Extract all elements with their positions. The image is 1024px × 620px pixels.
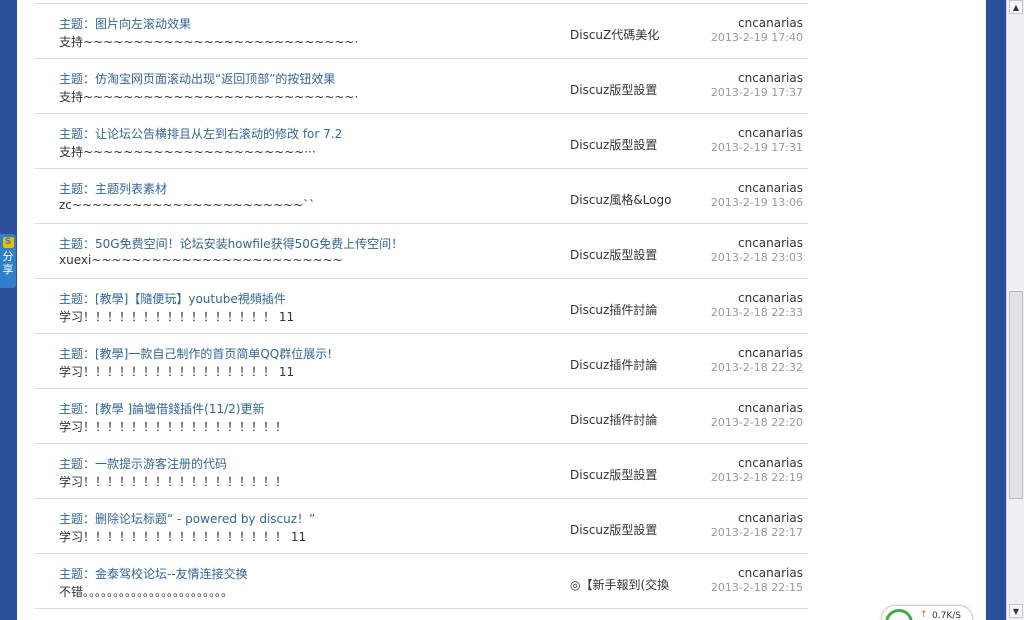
main-content: 主题：图片向左滚动效果支持~~~~~~~~~~~~~~~~~~~~~~~~~~~… — [17, 0, 986, 620]
thread-forum-link[interactable]: ◎【新手報到(交換 — [570, 576, 680, 593]
network-speed-widget[interactable]: ↑ 0.7K/S — [881, 605, 973, 620]
thread-author-link[interactable]: cncanarias — [738, 181, 803, 195]
thread-subject-link[interactable]: 主题：仿淘宝网页面滚动出现“返回顶部”的按钮效果 — [59, 70, 335, 87]
thread-reply-excerpt: 支持~~~~~~~~~~~~~~~~~~~~~~~~~~~· — [59, 90, 359, 104]
thread-row: 主题：让论坛公告横排且从左到右滚动的修改 for 7.2 支持~~~~~~~~~~… — [35, 114, 808, 169]
speed-text: 0.7K/S — [932, 611, 961, 620]
thread-time: 2013-2-18 22:15 — [710, 581, 803, 594]
thread-author-link[interactable]: cncanarias — [738, 16, 803, 30]
thread-reply-excerpt: 学习！！！！！！！！！！！！！！！！ 11 — [59, 365, 295, 379]
thread-forum-link[interactable]: DiscuZ代碼美化 — [570, 26, 680, 43]
browser-page: 主题：图片向左滚动效果支持~~~~~~~~~~~~~~~~~~~~~~~~~~~… — [0, 0, 1024, 620]
thread-author-link[interactable]: cncanarias — [738, 401, 803, 415]
thread-subject-link[interactable]: 主题：[教學 ]論壇借錢插件(11/2)更新 — [59, 400, 265, 417]
thread-forum-link[interactable]: Discuz插件討論 — [570, 411, 680, 428]
thread-subject-link[interactable]: 主题：[教學]一款自己制作的首页简单QQ群位展示! — [59, 345, 332, 362]
thread-row: 主题：图片向左滚动效果支持~~~~~~~~~~~~~~~~~~~~~~~~~~~… — [35, 4, 808, 59]
thread-reply-excerpt: 学习！！！！！！！！！！！！！！！！！ — [59, 420, 288, 434]
thread-author-link[interactable]: cncanarias — [738, 566, 803, 580]
thread-forum-link[interactable]: Discuz版型設置 — [570, 136, 680, 153]
share-tab[interactable]: S 分 享 — [0, 234, 16, 288]
thread-author-link[interactable]: cncanarias — [738, 291, 803, 305]
thread-row: 主题：主题列表素材 zc~~~~~~~~~~~~~~~~~~~~~~~`` Disc… — [35, 169, 808, 224]
thread-row: 主题：[教學]一款自己制作的首页简单QQ群位展示! 学习！！！！！！！！！！！！！… — [35, 334, 808, 389]
thread-time: 2013-2-19 17:31 — [710, 141, 803, 154]
thread-author-link[interactable]: cncanarias — [738, 456, 803, 470]
thread-time: 2013-2-19 17:37 — [710, 86, 803, 99]
share-char-1: 分 — [2, 250, 14, 263]
thread-row: 主题：50G免费空间！论坛安装howfile获得50G免费上传空间！ xuexi~… — [35, 224, 808, 279]
thread-row: 主题：[教學 ]論壇借錢插件(11/2)更新学习！！！！！！！！！！！！！！！！… — [35, 389, 808, 444]
thread-forum-link[interactable]: Discuz版型設置 — [570, 466, 680, 483]
left-background-band — [0, 0, 17, 620]
thread-reply-excerpt: 学习！！！！！！！！！！！！！！！！！ — [59, 475, 288, 489]
thread-time: 2013-2-19 17:40 — [710, 31, 803, 44]
thread-forum-link[interactable]: Discuz版型設置 — [570, 521, 680, 538]
thread-forum-link[interactable]: Discuz風格&Logo — [570, 191, 680, 208]
thread-subject-link[interactable]: 主题：[教學]【隨便玩】youtube視頻插件 — [59, 290, 286, 307]
scroll-down-arrow-icon[interactable]: ▼ — [1009, 604, 1023, 618]
thread-row: 主题：金泰驾校论坛--友情连接交换 不错。。。。。。。。。。。。。。。。。。。。。… — [35, 554, 808, 609]
vertical-scrollbar[interactable]: ▲ ▼ — [1006, 0, 1024, 620]
thread-time: 2013-2-19 13:06 — [710, 196, 803, 209]
thread-author-link[interactable]: cncanarias — [738, 511, 803, 525]
thread-author-link[interactable]: cncanarias — [738, 71, 803, 85]
thread-time: 2013-2-18 22:17 — [710, 526, 803, 539]
upload-arrow-icon: ↑ — [920, 610, 928, 620]
thread-reply-excerpt: 支持~~~~~~~~~~~~~~~~~~~~~~··· — [59, 145, 316, 159]
thread-subject-link[interactable]: 主题：主题列表素材 — [59, 180, 167, 197]
thread-reply-excerpt: zc~~~~~~~~~~~~~~~~~~~~~~~`` — [59, 198, 316, 212]
thread-time: 2013-2-18 22:20 — [710, 416, 803, 429]
speed-ring-icon — [885, 609, 913, 620]
thread-subject-link[interactable]: 主题：一款提示游客注册的代码 — [59, 455, 227, 472]
thread-author-link[interactable]: cncanarias — [738, 126, 803, 140]
thread-forum-link[interactable]: Discuz版型設置 — [570, 81, 680, 98]
thread-forum-link[interactable]: Discuz插件討論 — [570, 356, 680, 373]
thread-subject-link[interactable]: 主题：删除论坛标题“ - powered by discuz！” — [59, 510, 315, 527]
thread-list: 主题：图片向左滚动效果支持~~~~~~~~~~~~~~~~~~~~~~~~~~~… — [35, 3, 808, 609]
thread-row: 主题：删除论坛标题“ - powered by discuz！” 学习！！！！！！… — [35, 499, 808, 554]
thread-reply-excerpt: 学习！！！！！！！！！！！！！！！！ 11 — [59, 310, 295, 324]
thread-time: 2013-2-18 22:19 — [710, 471, 803, 484]
thread-subject-link[interactable]: 主题：让论坛公告横排且从左到右滚动的修改 for 7.2 — [59, 125, 342, 142]
thread-row: 主题：[教學]【隨便玩】youtube視頻插件 学习！！！！！！！！！！！！！！！… — [35, 279, 808, 334]
thread-reply-excerpt: 学习！！！！！！！！！！！！！！！！！ 11 — [59, 530, 307, 544]
thread-time: 2013-2-18 22:32 — [710, 361, 803, 374]
thread-reply-excerpt: 支持~~~~~~~~~~~~~~~~~~~~~~~~~~~· — [59, 35, 359, 49]
thread-subject-link[interactable]: 主题：图片向左滚动效果 — [59, 15, 191, 32]
right-background-band — [986, 0, 1006, 620]
share-logo-icon: S — [2, 237, 14, 248]
thread-reply-excerpt: xuexi~~~~~~~~~~~~~~~~~~~~~~~~~ — [59, 253, 343, 267]
thread-time: 2013-2-18 22:33 — [710, 306, 803, 319]
thread-subject-link[interactable]: 主题：50G免费空间！论坛安装howfile获得50G免费上传空间！ — [59, 235, 403, 252]
scroll-up-arrow-icon[interactable]: ▲ — [1009, 0, 1023, 14]
thread-row: 主题：仿淘宝网页面滚动出现“返回顶部”的按钮效果支持~~~~~~~~~~~~~~… — [35, 59, 808, 114]
scrollbar-thumb[interactable] — [1009, 291, 1023, 499]
thread-forum-link[interactable]: Discuz插件討論 — [570, 301, 680, 318]
thread-forum-link[interactable]: Discuz版型設置 — [570, 246, 680, 263]
thread-author-link[interactable]: cncanarias — [738, 346, 803, 360]
share-char-2: 享 — [2, 263, 14, 276]
thread-subject-link[interactable]: 主题：金泰驾校论坛--友情连接交换 — [59, 565, 248, 582]
thread-row: 主题：一款提示游客注册的代码学习！！！！！！！！！！！！！！！！！ Discuz版… — [35, 444, 808, 499]
thread-author-link[interactable]: cncanarias — [738, 236, 803, 250]
thread-reply-excerpt: 不错。。。。。。。。。。。。。。。。。。。。。。。。 — [59, 585, 234, 599]
thread-time: 2013-2-18 23:03 — [710, 251, 803, 264]
